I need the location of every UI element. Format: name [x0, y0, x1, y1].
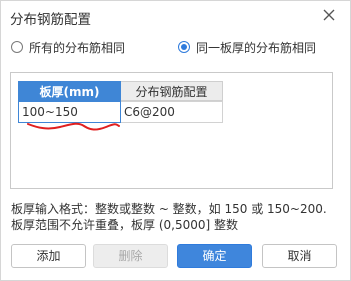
table-cell-thickness[interactable]: 100~150	[18, 101, 121, 123]
radio-button[interactable]	[11, 41, 23, 53]
add-button[interactable]: 添加	[11, 244, 86, 268]
column-header-thickness[interactable]: 板厚(mm)	[18, 81, 121, 101]
radio-same-thickness[interactable]: 同一板厚的分布筋相同	[178, 37, 316, 57]
table-cell-rebar[interactable]: C6@200	[121, 101, 223, 123]
hint-line-1: 板厚输入格式：整数或整数 ~ 整数，如 150 或 150~200.	[11, 202, 327, 216]
radio-label: 所有的分布筋相同	[29, 40, 126, 55]
radio-label: 同一板厚的分布筋相同	[196, 40, 317, 55]
delete-button[interactable]: 删除	[93, 244, 168, 268]
column-header-rebar[interactable]: 分布钢筋配置	[121, 81, 223, 101]
dialog-title: 分布钢筋配置	[10, 12, 91, 28]
rebar-table-panel: 板厚(mm) 分布钢筋配置 100~150 C6@200	[10, 72, 333, 189]
close-icon[interactable]	[321, 7, 337, 23]
hint-line-2: 板厚范围不允许重叠，板厚 (0,5000] 整数	[11, 218, 238, 232]
cancel-button[interactable]: 取消	[262, 244, 337, 268]
radio-all-same[interactable]: 所有的分布筋相同	[11, 37, 125, 57]
input-format-hint: 板厚输入格式：整数或整数 ~ 整数，如 150 或 150~200. 板厚范围不…	[11, 201, 346, 233]
ok-button[interactable]: 确定	[177, 244, 252, 268]
radio-button-selected[interactable]	[178, 41, 190, 53]
dialog-window: 分布钢筋配置 所有的分布筋相同 同一板厚的分布筋相同 板厚(mm) 分布钢筋配置…	[0, 0, 351, 281]
